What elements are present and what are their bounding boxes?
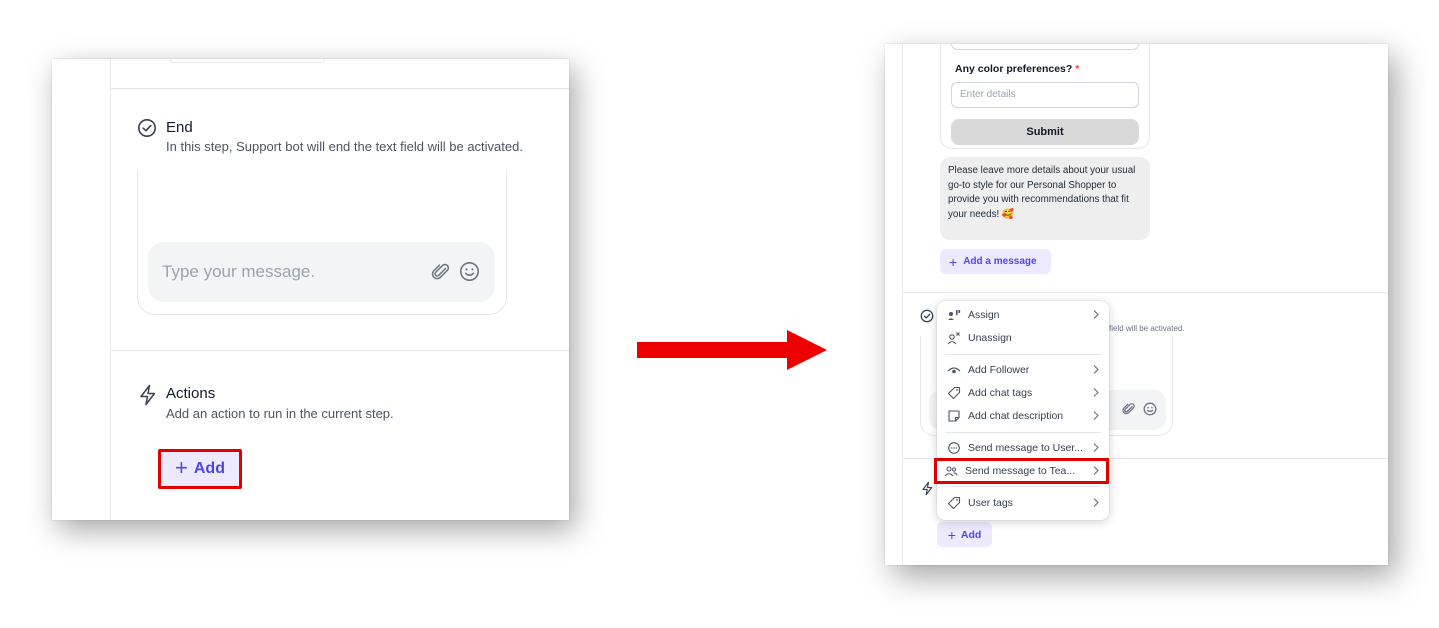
details-input-placeholder: Enter details: [960, 89, 1016, 100]
menu-item-label: Add chat description: [968, 410, 1064, 422]
divider: [111, 88, 569, 89]
bot-message-bubble: Please leave more details about your usu…: [940, 157, 1150, 240]
assign-icon: [948, 310, 961, 320]
paperclip-icon[interactable]: [1122, 402, 1136, 416]
message-input[interactable]: Type your message.: [148, 242, 495, 302]
emoji-smile-icon[interactable]: [459, 261, 480, 282]
right-screenshot-panel: Any color preferences? * Enter details S…: [885, 44, 1388, 565]
menu-item-send-message-to-team[interactable]: Send message to Tea...: [934, 458, 1109, 484]
divider: [111, 350, 569, 351]
menu-item-user-tags[interactable]: User tags: [937, 492, 1109, 514]
menu-item-label: User tags: [968, 497, 1013, 509]
menu-item-unassign[interactable]: Unassign: [937, 327, 1109, 349]
actions-title: Actions: [166, 385, 216, 402]
menu-item-add-chat-description[interactable]: Add chat description: [937, 405, 1109, 427]
check-circle-icon: [138, 119, 156, 137]
menu-item-label: Add chat tags: [968, 387, 1033, 399]
menu-item-label: Assign: [968, 309, 1000, 321]
actions-dropdown-menu: Assign Unassign Add Follower Add chat ta…: [934, 301, 1109, 520]
menu-item-label: Send message to Tea...: [965, 465, 1076, 477]
add-action-button[interactable]: + Add: [937, 522, 992, 547]
menu-item-assign[interactable]: Assign: [937, 304, 1109, 326]
add-message-label: Add a message: [963, 256, 1037, 267]
add-message-button[interactable]: + Add a message: [940, 249, 1051, 274]
submit-button[interactable]: Submit: [951, 119, 1139, 145]
chevron-right-icon: [1093, 365, 1099, 374]
menu-item-label: Add Follower: [968, 364, 1030, 376]
left-gutter: [52, 59, 111, 520]
previous-field-stub: [170, 59, 325, 63]
chevron-right-icon: [1093, 411, 1099, 420]
chevron-right-icon: [1093, 498, 1099, 507]
lightning-bolt-icon: [140, 384, 156, 406]
tag-icon: [947, 386, 961, 400]
menu-item-send-message-to-user[interactable]: Send message to User...: [937, 437, 1109, 459]
add-action-label: Add: [193, 460, 225, 477]
required-marker: *: [1075, 63, 1080, 75]
menu-item-label: Send message to User...: [968, 442, 1083, 454]
end-step-description-partial: field will be activated.: [1109, 324, 1185, 333]
menu-separator: [945, 354, 1101, 355]
menu-item-label: Unassign: [968, 332, 1012, 344]
eye-icon: [947, 367, 961, 374]
end-step-title: End: [166, 119, 193, 136]
paperclip-icon[interactable]: [431, 262, 451, 282]
message-input-placeholder: Type your message.: [162, 262, 316, 281]
lightning-bolt-icon: [922, 481, 933, 496]
menu-separator: [945, 486, 1101, 487]
check-circle-icon: [920, 309, 934, 323]
actions-description: Add an action to run in the current step…: [166, 406, 394, 421]
form-question: Any color preferences? *: [955, 63, 1079, 75]
unassign-icon: [947, 332, 960, 345]
add-action-button[interactable]: + Add: [158, 449, 242, 489]
plus-icon: +: [175, 455, 188, 480]
previous-input-field[interactable]: [951, 44, 1139, 50]
chevron-right-icon: [1093, 310, 1099, 319]
divider: [902, 292, 1388, 293]
team-icon: [944, 466, 958, 477]
menu-item-add-follower[interactable]: Add Follower: [937, 359, 1109, 381]
left-gutter-line: [902, 44, 903, 565]
plus-icon: +: [947, 526, 956, 543]
emoji-smile-icon[interactable]: [1143, 402, 1157, 416]
tag-icon: [947, 496, 961, 510]
form-question-text: Any color preferences?: [955, 63, 1073, 75]
chevron-right-icon: [1093, 388, 1099, 397]
note-icon: [948, 410, 960, 422]
chat-bubble-icon: [948, 442, 960, 454]
add-action-label: Add: [960, 528, 982, 541]
menu-separator: [945, 432, 1101, 433]
end-step-description: In this step, Support bot will end the t…: [166, 139, 523, 154]
details-input[interactable]: Enter details: [951, 82, 1139, 108]
chevron-right-icon: [1093, 443, 1099, 452]
plus-icon: +: [949, 253, 958, 270]
chevron-right-icon: [1093, 466, 1099, 475]
right-arrow-icon: [637, 330, 827, 370]
menu-item-add-chat-tags[interactable]: Add chat tags: [937, 382, 1109, 404]
left-screenshot-panel: End In this step, Support bot will end t…: [52, 59, 569, 520]
